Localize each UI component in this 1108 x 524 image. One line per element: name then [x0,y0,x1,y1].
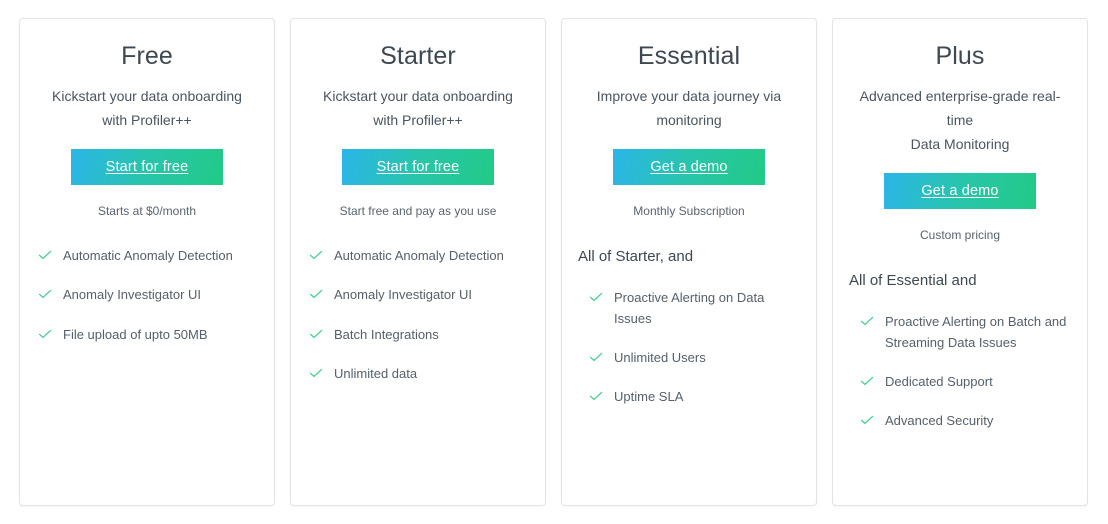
feature-item: Anomaly Investigator UI [307,284,529,305]
feature-list-free: Automatic Anomaly Detection Anomaly Inves… [36,245,258,362]
check-icon [38,327,52,341]
features-heading-essential: All of Starter, and [578,248,694,266]
check-icon [860,314,874,328]
check-icon [589,389,603,403]
feature-item: Proactive Alerting on Data Issues [578,287,800,329]
feature-label: Uptime SLA [614,389,684,405]
check-icon [309,327,323,341]
feature-label: File upload of upto 50MB [63,326,208,342]
feature-item: Proactive Alerting on Batch and Streamin… [849,311,1071,353]
plan-price-plus: Custom pricing [919,228,1001,243]
cta-button-free[interactable]: Start for free [71,149,223,186]
check-icon [589,350,603,364]
check-icon [309,248,323,262]
plan-card-essential: Essential Improve your data journey via m… [561,18,817,506]
check-icon [309,287,323,301]
feature-label: Anomaly Investigator UI [63,287,202,303]
check-icon [38,287,52,301]
feature-label: Proactive Alerting on Data Issues [614,289,765,326]
check-icon [38,248,52,262]
plan-title-plus: Plus [935,42,985,70]
feature-label: Automatic Anomaly Detection [63,248,233,264]
plan-subtitle-free: Kickstart your data onboarding with Prof… [52,88,242,129]
feature-label: Dedicated Support [885,374,993,390]
feature-item: File upload of upto 50MB [36,324,258,345]
cta-container-plus: Get a demo [849,173,1071,210]
plan-price-free: Starts at $0/month [97,204,197,219]
features-heading-plus: All of Essential and [849,272,977,290]
feature-item: Automatic Anomaly Detection [307,245,529,266]
plan-title-essential: Essential [637,42,741,70]
plan-subtitle-essential: Improve your data journey via monitoring [596,88,782,129]
feature-item: Dedicated Support [849,371,1071,392]
feature-item: Anomaly Investigator UI [36,284,258,305]
cta-container-essential: Get a demo [578,149,800,186]
pricing-plans-grid: Free Kickstart your data onboarding with … [0,0,1108,524]
check-icon [589,290,603,304]
feature-list-plus: Proactive Alerting on Batch and Streamin… [849,311,1071,449]
feature-list-essential: Proactive Alerting on Data Issues Unlimit… [578,287,800,425]
plan-subtitle-starter: Kickstart your data onboarding with Prof… [323,88,513,129]
check-icon [309,366,323,380]
feature-item: Unlimited Users [578,347,800,368]
feature-label: Proactive Alerting on Batch and Streamin… [885,313,1067,351]
plan-subtitle-plus: Advanced enterprise-grade real-time Data … [859,88,1061,153]
cta-button-essential[interactable]: Get a demo [613,149,765,186]
plan-card-plus: Plus Advanced enterprise-grade real-time D… [832,18,1088,506]
feature-item: Unlimited data [307,363,529,384]
feature-item: Automatic Anomaly Detection [36,245,258,266]
plan-title-starter: Starter [380,42,456,70]
feature-item: Uptime SLA [578,386,800,407]
feature-label: Batch Integrations [334,326,439,342]
plan-card-starter: Starter Kickstart your data onboarding wi… [290,18,546,506]
feature-list-starter: Automatic Anomaly Detection Anomaly Inves… [307,245,529,401]
feature-label: Automatic Anomaly Detection [334,248,504,264]
check-icon [860,413,874,427]
plan-price-essential: Monthly Subscription [633,204,745,219]
feature-label: Anomaly Investigator UI [334,287,473,303]
feature-label: Unlimited Users [614,350,706,365]
check-icon [860,374,874,388]
plan-card-free: Free Kickstart your data onboarding with … [19,18,275,506]
cta-button-plus[interactable]: Get a demo [884,173,1036,210]
feature-label: Advanced Security [885,413,994,429]
feature-item: Batch Integrations [307,324,529,345]
cta-container-starter: Start for free [307,149,529,186]
plan-title-free: Free [121,42,173,70]
feature-label: Unlimited data [334,365,418,381]
cta-button-starter[interactable]: Start for free [342,149,494,186]
plan-price-starter: Start free and pay as you use [339,204,497,219]
feature-item: Advanced Security [849,410,1071,431]
cta-container-free: Start for free [36,149,258,186]
